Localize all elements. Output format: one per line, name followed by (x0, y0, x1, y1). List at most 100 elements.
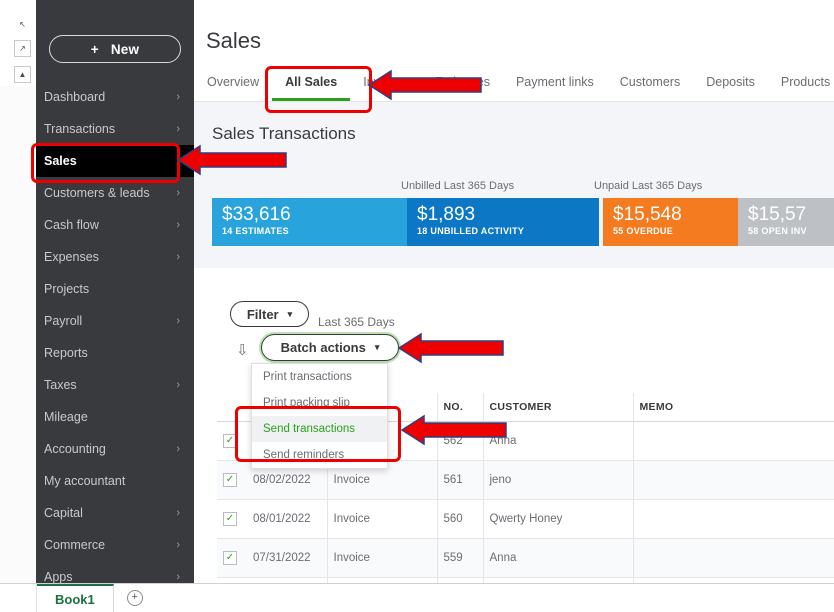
tab-payment-links[interactable]: Payment links (503, 72, 607, 101)
chevron-down-icon: ▾ (288, 309, 293, 320)
cell-no: 559 (437, 539, 483, 578)
menu-item-print-packing-slip[interactable]: Print packing slip (252, 390, 387, 416)
new-button-label: New (111, 42, 139, 57)
host-sheet-tabbar: Book1 + (0, 583, 834, 612)
checkbox-icon[interactable]: ✓ (223, 473, 237, 487)
checkbox-icon[interactable]: ✓ (223, 512, 237, 526)
chevron-down-icon: ▾ (375, 342, 380, 353)
sidebar-item-projects[interactable]: Projects (36, 273, 194, 305)
menu-item-send-transactions[interactable]: Send transactions (252, 416, 387, 442)
cell-customer: jeno (483, 461, 633, 500)
cell-no: 562 (437, 422, 483, 461)
sort-descending-icon[interactable]: ⇩ (236, 341, 249, 359)
sidebar-item-cash-flow[interactable]: Cash flow› (36, 209, 194, 241)
sidebar-item-dashboard[interactable]: Dashboard› (36, 81, 194, 113)
sidebar-item-label: Projects (44, 282, 89, 296)
sidebar-item-transactions[interactable]: Transactions › (36, 113, 194, 145)
new-button[interactable]: + New (49, 35, 181, 63)
table-row[interactable]: ✓07/31/2022Invoice559Anna (217, 539, 834, 578)
sidebar-item-label: Customers & leads (44, 186, 150, 200)
cell-memo (633, 500, 834, 539)
kpi-overdue-label: 55 OVERDUE (613, 226, 738, 236)
tab-all-sales[interactable]: All Sales (272, 72, 350, 101)
sidebar-item-customers-leads[interactable]: Customers & leads› (36, 177, 194, 209)
batch-actions-button[interactable]: Batch actions ▾ (261, 334, 399, 361)
plus-circle-icon: + (127, 590, 143, 606)
kpi-overdue[interactable]: $15,548 55 OVERDUE (603, 198, 738, 246)
tab-products-and-se[interactable]: Products and se (768, 72, 834, 101)
cell-customer: Anna (483, 539, 633, 578)
sidebar-item-capital[interactable]: Capital› (36, 497, 194, 529)
menu-item-print-transactions[interactable]: Print transactions (252, 364, 387, 390)
sheet-tab-book1[interactable]: Book1 (37, 584, 114, 612)
sidebar-item-taxes[interactable]: Taxes› (36, 369, 194, 401)
sidebar-item-my-accountant[interactable]: My accountant (36, 465, 194, 497)
row-checkbox-cell[interactable]: ✓ (217, 422, 247, 461)
kpi-open-invoices[interactable]: $15,57 58 OPEN INV (738, 198, 834, 246)
sidebar-item-label: Cash flow (44, 218, 99, 232)
tab-invoices[interactable]: Invoices (350, 72, 422, 101)
checkbox-icon[interactable]: ✓ (223, 434, 237, 448)
sidebar-item-label: Dashboard (44, 90, 105, 104)
sidebar-item-reports[interactable]: Reports (36, 337, 194, 369)
column-header-customer[interactable]: CUSTOMER (483, 393, 633, 422)
row-checkbox-cell[interactable]: ✓ (217, 461, 247, 500)
page-title: Sales (206, 28, 261, 54)
host-toolbar-icon-1[interactable]: ↖ (14, 17, 31, 34)
cell-customer: Anna (483, 422, 633, 461)
chevron-right-icon: › (176, 155, 180, 167)
chevron-right-icon: › (176, 123, 180, 135)
checkbox-icon[interactable]: ✓ (223, 551, 237, 565)
screenshot-root: ↖ ↗ ▲ + New Dashboard›Transactions›Sales… (0, 0, 834, 612)
column-header-memo[interactable]: MEMO (633, 393, 834, 422)
panel-title: Sales Transactions (212, 124, 356, 144)
column-header-no[interactable]: NO. (437, 393, 483, 422)
cell-type: Invoice (327, 500, 437, 539)
filter-button[interactable]: Filter ▾ (230, 301, 309, 327)
sidebar-item-label: Accounting (44, 442, 106, 456)
table-row[interactable]: ✓08/01/2022Invoice560Qwerty Honey (217, 500, 834, 539)
kpi-unbilled-label: 18 UNBILLED ACTIVITY (417, 226, 599, 236)
cell-date: 08/01/2022 (247, 500, 327, 539)
kpi-overdue-amount: $15,548 (613, 204, 738, 226)
unpaid-caption: Unpaid Last 365 Days (594, 180, 702, 192)
sidebar-item-label: My accountant (44, 474, 125, 488)
kpi-estimates-amount: $33,616 (222, 204, 407, 226)
chevron-right-icon: › (176, 539, 180, 551)
chevron-right-icon: › (176, 571, 180, 583)
sidebar-item-accounting[interactable]: Accounting› (36, 433, 194, 465)
row-checkbox-cell[interactable]: ✓ (217, 539, 247, 578)
cell-memo (633, 539, 834, 578)
sidebar: + New Dashboard›Transactions›Sales›Custo… (36, 0, 194, 597)
tab-deposits[interactable]: Deposits (693, 72, 768, 101)
sidebar-item-mileage[interactable]: Mileage (36, 401, 194, 433)
sidebar-item-commerce[interactable]: Commerce› (36, 529, 194, 561)
host-column-gutter (0, 86, 35, 584)
sidebar-item-label: Mileage (44, 410, 88, 424)
summary-panel: Sales Transactions Unbilled Last 365 Day… (194, 102, 834, 268)
sidebar-item-sales[interactable]: Sales› (36, 145, 194, 177)
kpi-open-amount: $15,57 (748, 204, 834, 226)
menu-item-send-reminders[interactable]: Send reminders (252, 442, 387, 468)
sidebar-item-payroll[interactable]: Payroll› (36, 305, 194, 337)
filter-button-label: Filter (247, 307, 279, 322)
chevron-right-icon: › (176, 507, 180, 519)
sidebar-item-label: Transactions (44, 122, 115, 136)
kpi-estimates[interactable]: $33,616 14 ESTIMATES (212, 198, 407, 246)
row-checkbox-cell[interactable]: ✓ (217, 500, 247, 539)
sidebar-item-expenses[interactable]: Expenses› (36, 241, 194, 273)
chevron-right-icon: › (176, 251, 180, 263)
cell-customer: Qwerty Honey (483, 500, 633, 539)
cell-date: 07/31/2022 (247, 539, 327, 578)
host-toolbar-icon-2[interactable]: ↗ (14, 40, 31, 57)
tab-overview[interactable]: Overview (194, 72, 272, 101)
tab-estimates[interactable]: Estimates (422, 72, 503, 101)
cell-memo (633, 422, 834, 461)
kpi-unbilled-activity[interactable]: $1,893 18 UNBILLED ACTIVITY (407, 198, 599, 246)
tab-customers[interactable]: Customers (607, 72, 693, 101)
unbilled-caption: Unbilled Last 365 Days (401, 180, 514, 192)
batch-actions-label: Batch actions (281, 340, 366, 355)
host-toolbar-icon-3[interactable]: ▲ (14, 66, 31, 83)
add-sheet-button[interactable]: + (114, 584, 156, 612)
column-header-select (217, 393, 247, 422)
